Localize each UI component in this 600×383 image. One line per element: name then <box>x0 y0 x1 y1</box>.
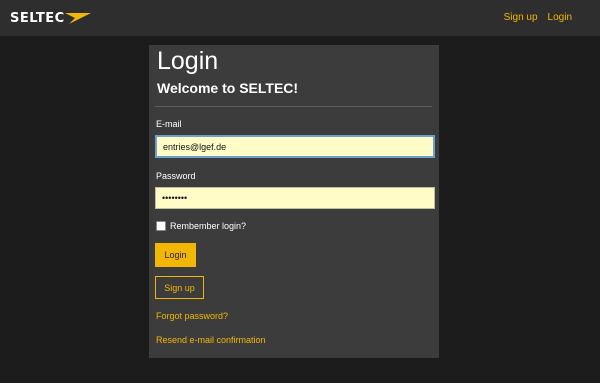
login-panel: Login Welcome to SELTEC! E-mail Password… <box>149 45 439 358</box>
email-field[interactable] <box>155 135 435 158</box>
remember-label: Rembember login? <box>170 221 247 231</box>
nav-login-link[interactable]: Login <box>548 12 572 23</box>
brand-name: SELTEC <box>10 10 65 26</box>
signup-button[interactable]: Sign up <box>155 276 204 299</box>
remember-checkbox[interactable] <box>156 221 166 231</box>
password-field[interactable] <box>155 187 435 209</box>
divider <box>155 106 432 107</box>
resend-confirmation-link[interactable]: Resend e-mail confirmation <box>156 335 266 345</box>
brand-logo[interactable]: SELTEC <box>10 10 93 26</box>
email-label: E-mail <box>156 119 182 129</box>
nav-signup-link[interactable]: Sign up <box>504 12 538 23</box>
nav-links: Sign up Login <box>504 12 572 23</box>
password-label: Password <box>156 171 196 181</box>
top-navbar: SELTEC Sign up Login <box>0 0 600 36</box>
login-button[interactable]: Login <box>155 243 196 267</box>
remember-login[interactable]: Rembember login? <box>156 221 246 231</box>
lightning-icon <box>64 13 91 24</box>
page-title: Login <box>157 47 219 75</box>
forgot-password-link[interactable]: Forgot password? <box>156 311 228 321</box>
welcome-subtitle: Welcome to SELTEC! <box>157 80 299 96</box>
